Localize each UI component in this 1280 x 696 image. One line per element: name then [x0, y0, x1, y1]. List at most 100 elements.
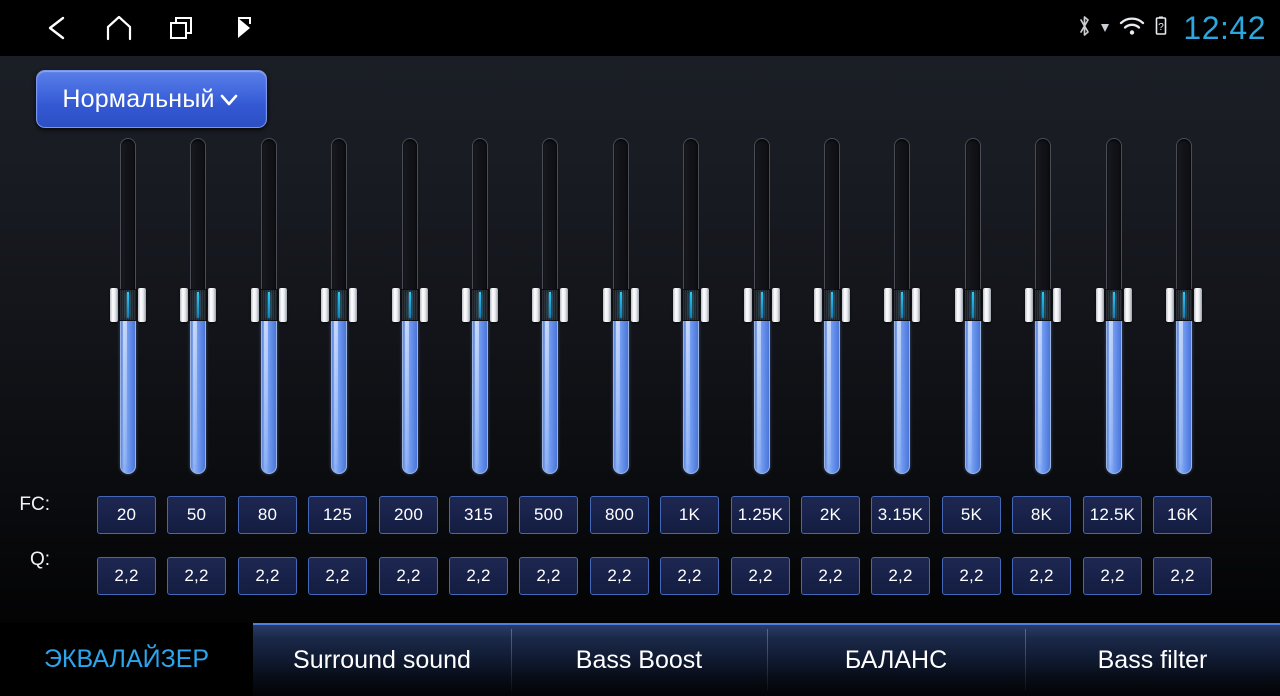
slider-thumb-core — [541, 289, 559, 321]
slider-thumb-core — [612, 289, 630, 321]
slider-thumb-grip-right — [208, 288, 216, 322]
tab-5[interactable]: Bass filter — [1025, 623, 1280, 696]
fc-row: 20 50 80 125 200 315 500 800 1K 1.25K 2K 3.15K 5K 8K 1… — [0, 496, 1280, 534]
slider-thumb-grip-left — [1166, 288, 1174, 322]
fc-cell-13[interactable]: 5K — [942, 496, 1001, 534]
eq-slider-band-1[interactable] — [110, 138, 146, 474]
slider-thumb-core — [893, 289, 911, 321]
slider-thumb[interactable] — [180, 288, 216, 322]
q-cell-16[interactable]: 2,2 — [1153, 557, 1212, 595]
eq-slider-band-12[interactable] — [884, 138, 920, 474]
q-cell-12[interactable]: 2,2 — [871, 557, 930, 595]
eq-slider-band-7[interactable] — [532, 138, 568, 474]
fc-cell-7[interactable]: 500 — [519, 496, 578, 534]
tab-4[interactable]: БАЛАНС — [767, 623, 1025, 696]
tab-2[interactable]: Surround sound — [253, 623, 511, 696]
slider-thumb-grip-right — [701, 288, 709, 322]
slider-thumb-core — [260, 289, 278, 321]
fc-cell-10[interactable]: 1.25K — [731, 496, 790, 534]
bottom-tab-bar: ICD ЭКВАЛАЙЗЕРSurround soundBass BoostБА… — [0, 623, 1280, 696]
slider-thumb[interactable] — [532, 288, 568, 322]
slider-thumb[interactable] — [1166, 288, 1202, 322]
flag-icon[interactable] — [212, 0, 274, 56]
eq-slider-band-13[interactable] — [955, 138, 991, 474]
slider-thumb-grip-left — [1025, 288, 1033, 322]
slider-fill — [1106, 302, 1122, 474]
fc-cell-5[interactable]: 200 — [379, 496, 438, 534]
eq-slider-band-4[interactable] — [321, 138, 357, 474]
q-cell-15[interactable]: 2,2 — [1083, 557, 1142, 595]
slider-fill — [1035, 302, 1051, 474]
fc-cell-4[interactable]: 125 — [308, 496, 367, 534]
fc-cell-3[interactable]: 80 — [238, 496, 297, 534]
fc-cell-11[interactable]: 2K — [801, 496, 860, 534]
q-cell-1[interactable]: 2,2 — [97, 557, 156, 595]
slider-thumb[interactable] — [251, 288, 287, 322]
eq-slider-band-15[interactable] — [1096, 138, 1132, 474]
fc-cell-16[interactable]: 16K — [1153, 496, 1212, 534]
slider-thumb-core — [471, 289, 489, 321]
q-cell-11[interactable]: 2,2 — [801, 557, 860, 595]
slider-thumb[interactable] — [884, 288, 920, 322]
q-cell-13[interactable]: 2,2 — [942, 557, 1001, 595]
q-cell-5[interactable]: 2,2 — [379, 557, 438, 595]
fc-cell-15[interactable]: 12.5K — [1083, 496, 1142, 534]
fc-cell-2[interactable]: 50 — [167, 496, 226, 534]
recents-icon[interactable] — [150, 0, 212, 56]
slider-thumb[interactable] — [955, 288, 991, 322]
slider-thumb[interactable] — [110, 288, 146, 322]
tab-3[interactable]: Bass Boost — [511, 623, 767, 696]
tab-1[interactable]: ЭКВАЛАЙЗЕР — [0, 623, 253, 696]
slider-thumb[interactable] — [603, 288, 639, 322]
q-cell-3[interactable]: 2,2 — [238, 557, 297, 595]
q-cell-9[interactable]: 2,2 — [660, 557, 719, 595]
eq-slider-band-3[interactable] — [251, 138, 287, 474]
slider-thumb-grip-right — [279, 288, 287, 322]
slider-thumb[interactable] — [1025, 288, 1061, 322]
fc-cell-12[interactable]: 3.15K — [871, 496, 930, 534]
eq-slider-band-8[interactable] — [603, 138, 639, 474]
eq-slider-band-10[interactable] — [744, 138, 780, 474]
slider-thumb-grip-right — [842, 288, 850, 322]
slider-thumb[interactable] — [392, 288, 428, 322]
back-icon[interactable] — [26, 0, 88, 56]
fc-cell-1[interactable]: 20 — [97, 496, 156, 534]
q-cell-2[interactable]: 2,2 — [167, 557, 226, 595]
slider-fill — [894, 302, 910, 474]
q-cell-10[interactable]: 2,2 — [731, 557, 790, 595]
slider-thumb-grip-right — [1194, 288, 1202, 322]
slider-thumb[interactable] — [1096, 288, 1132, 322]
slider-thumb-core — [401, 289, 419, 321]
eq-slider-band-2[interactable] — [180, 138, 216, 474]
eq-slider-band-14[interactable] — [1025, 138, 1061, 474]
q-cell-8[interactable]: 2,2 — [590, 557, 649, 595]
fc-cell-8[interactable]: 800 — [590, 496, 649, 534]
slider-thumb[interactable] — [673, 288, 709, 322]
navigation-bar — [0, 0, 274, 56]
fc-cell-6[interactable]: 315 — [449, 496, 508, 534]
q-cell-4[interactable]: 2,2 — [308, 557, 367, 595]
slider-fill — [402, 302, 418, 474]
eq-slider-band-9[interactable] — [673, 138, 709, 474]
eq-slider-band-5[interactable] — [392, 138, 428, 474]
q-cell-6[interactable]: 2,2 — [449, 557, 508, 595]
q-cell-14[interactable]: 2,2 — [1012, 557, 1071, 595]
home-icon[interactable] — [88, 0, 150, 56]
slider-thumb-grip-right — [1053, 288, 1061, 322]
slider-thumb[interactable] — [744, 288, 780, 322]
slider-thumb[interactable] — [814, 288, 850, 322]
tab-divider — [511, 629, 512, 691]
fc-cell-9[interactable]: 1K — [660, 496, 719, 534]
q-cell-7[interactable]: 2,2 — [519, 557, 578, 595]
wifi-icon — [1118, 14, 1146, 43]
fc-cell-14[interactable]: 8K — [1012, 496, 1071, 534]
eq-slider-band-6[interactable] — [462, 138, 498, 474]
slider-thumb-grip-left — [884, 288, 892, 322]
preset-dropdown-button[interactable]: Нормальный — [36, 70, 267, 128]
eq-slider-band-11[interactable] — [814, 138, 850, 474]
slider-thumb[interactable] — [321, 288, 357, 322]
eq-slider-band-16[interactable] — [1166, 138, 1202, 474]
slider-thumb[interactable] — [462, 288, 498, 322]
slider-fill — [613, 302, 629, 474]
battery-unknown-icon: ? — [1153, 14, 1169, 43]
